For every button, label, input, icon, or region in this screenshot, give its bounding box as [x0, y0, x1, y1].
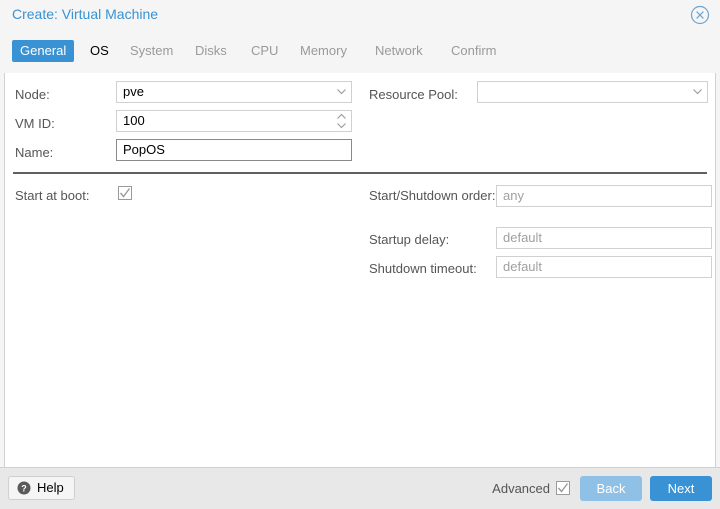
resource-pool-select[interactable]: [477, 81, 708, 103]
shutdown-timeout-label: Shutdown timeout:: [369, 261, 477, 276]
chevron-down-icon[interactable]: [692, 86, 703, 97]
tab-general[interactable]: General: [12, 40, 75, 62]
name-label: Name:: [15, 145, 54, 160]
tab-bar: General OS System Disks CPU Memory Netwo…: [0, 40, 720, 66]
svg-text:?: ?: [21, 484, 27, 494]
vmid-input[interactable]: 100: [116, 110, 352, 132]
dialog-footer: ? Help Advanced Back Next: [0, 467, 720, 509]
close-circle-icon[interactable]: [690, 5, 710, 25]
section-divider: [13, 172, 707, 174]
tab-system: System: [130, 43, 174, 58]
node-select[interactable]: pve: [116, 81, 352, 103]
dialog-title: Create: Virtual Machine: [12, 6, 159, 22]
tab-confirm: Confirm: [451, 43, 497, 58]
start-at-boot-checkbox[interactable]: [118, 186, 132, 200]
node-label: Node:: [15, 87, 50, 102]
spinner-updown-icon[interactable]: [336, 112, 347, 129]
tab-disks: Disks: [195, 43, 227, 58]
start-shutdown-order-label: Start/Shutdown order:: [369, 188, 496, 203]
advanced-checkbox[interactable]: [556, 481, 570, 495]
back-button[interactable]: Back: [580, 476, 642, 501]
tab-memory: Memory: [300, 43, 347, 58]
startup-delay-label: Startup delay:: [369, 232, 450, 247]
form-panel: Node: pve VM ID: 100 Name: PopOS Resourc…: [4, 73, 716, 468]
help-button-label: Help: [37, 480, 64, 495]
startup-delay-input[interactable]: default: [496, 227, 712, 249]
help-button[interactable]: ? Help: [8, 476, 75, 500]
resource-pool-label: Resource Pool:: [369, 87, 458, 102]
create-vm-dialog: Create: Virtual Machine General OS Syste…: [0, 0, 720, 509]
chevron-down-icon[interactable]: [336, 86, 347, 97]
shutdown-timeout-input[interactable]: default: [496, 256, 712, 278]
tab-network: Network: [375, 43, 423, 58]
start-at-boot-label: Start at boot:: [15, 188, 90, 203]
advanced-label: Advanced: [492, 481, 550, 496]
tab-os[interactable]: OS: [82, 40, 117, 62]
tab-cpu: CPU: [251, 43, 279, 58]
next-button[interactable]: Next: [650, 476, 712, 501]
vmid-label: VM ID:: [15, 116, 55, 131]
dialog-titlebar: Create: Virtual Machine: [0, 0, 720, 32]
start-shutdown-order-input[interactable]: any: [496, 185, 712, 207]
question-circle-icon: ?: [17, 481, 31, 495]
name-input[interactable]: PopOS: [116, 139, 352, 161]
